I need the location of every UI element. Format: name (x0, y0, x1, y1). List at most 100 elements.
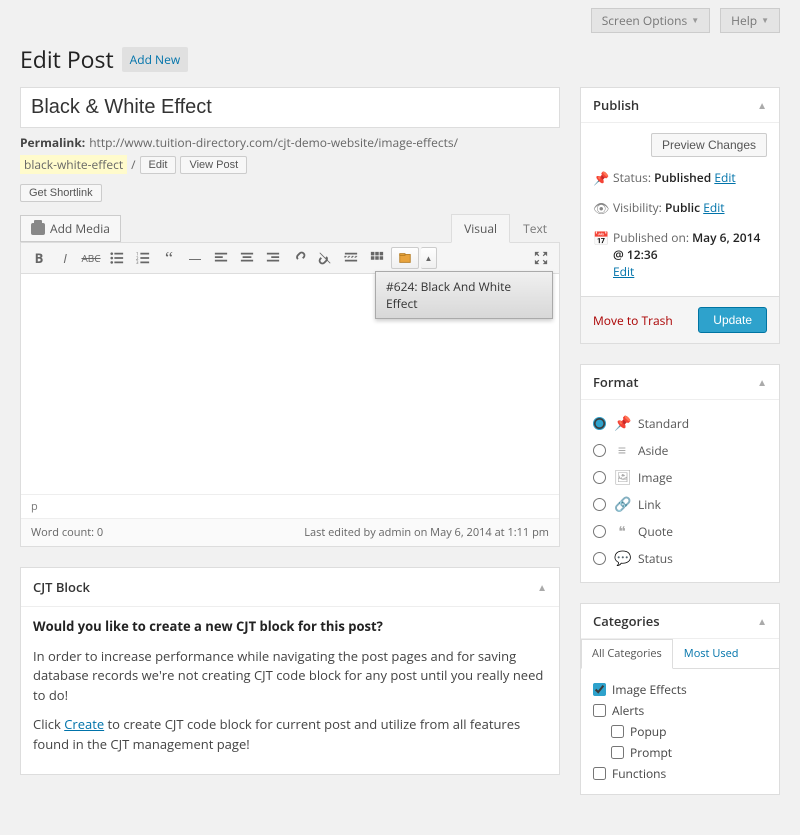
category-item[interactable]: Functions (593, 763, 767, 784)
align-right-button[interactable] (261, 247, 285, 269)
edit-visibility-link[interactable]: Edit (703, 199, 724, 216)
add-new-button[interactable]: Add New (122, 47, 188, 72)
edit-status-link[interactable]: Edit (714, 169, 735, 186)
svg-text:3: 3 (136, 260, 139, 265)
category-checkbox[interactable] (611, 746, 624, 759)
permalink-slug: black-white-effect (20, 155, 127, 174)
word-count: Word count: 0 (31, 525, 103, 540)
editor-path: p (31, 499, 38, 514)
unlink-button[interactable] (313, 247, 337, 269)
cjt-description-2: Click Create to create CJT code block fo… (33, 715, 547, 754)
format-radio[interactable] (593, 498, 606, 511)
italic-button[interactable]: I (53, 247, 77, 269)
update-button[interactable]: Update (698, 307, 767, 333)
publish-panel-title: Publish (593, 96, 757, 114)
format-radio[interactable] (593, 417, 606, 430)
format-option-link[interactable]: 🔗 Link (593, 491, 767, 518)
align-left-button[interactable] (209, 247, 233, 269)
category-checkbox[interactable] (593, 683, 606, 696)
cjt-dropdown-toggle[interactable]: ▲ (421, 247, 437, 269)
format-label: Status (638, 550, 673, 567)
blockquote-button[interactable]: “ (157, 247, 181, 269)
fullscreen-button[interactable] (529, 247, 553, 269)
categories-panel-title: Categories (593, 612, 757, 630)
post-title-input[interactable] (20, 87, 560, 128)
format-label: Image (638, 469, 672, 486)
format-radio[interactable] (593, 552, 606, 565)
format-icon: ❝ (614, 522, 630, 541)
bullet-list-button[interactable] (105, 247, 129, 269)
category-label: Functions (612, 765, 666, 782)
view-post-button[interactable]: View Post (180, 156, 247, 174)
cjt-panel-toggle[interactable]: ▲ (537, 580, 547, 594)
number-list-button[interactable]: 123 (131, 247, 155, 269)
format-icon: 🖼 (614, 468, 630, 487)
strikethrough-button[interactable]: ABC (79, 247, 103, 269)
format-icon: 🔗 (614, 495, 630, 514)
cjt-panel-title: CJT Block (33, 578, 537, 596)
format-radio[interactable] (593, 444, 606, 457)
format-icon: ≡ (614, 441, 630, 460)
page-title: Edit Post (20, 43, 114, 75)
cjt-description-1: In order to increase performance while n… (33, 647, 547, 706)
align-center-button[interactable] (235, 247, 259, 269)
last-edited: Last edited by admin on May 6, 2014 at 1… (304, 525, 549, 540)
format-panel-title: Format (593, 373, 757, 391)
help-button[interactable]: Help ▼ (720, 8, 780, 33)
eye-icon: 👁 (593, 199, 607, 217)
add-media-button[interactable]: Add Media (20, 215, 121, 242)
tab-text[interactable]: Text (510, 214, 560, 243)
link-button[interactable] (287, 247, 311, 269)
category-label: Image Effects (612, 681, 687, 698)
format-option-status[interactable]: 💬 Status (593, 545, 767, 572)
category-label: Prompt (630, 744, 672, 761)
edit-permalink-button[interactable]: Edit (140, 156, 177, 174)
edit-date-link[interactable]: Edit (613, 263, 634, 280)
category-item[interactable]: Alerts (593, 700, 767, 721)
format-label: Quote (638, 523, 673, 540)
cjt-create-link[interactable]: Create (64, 715, 104, 733)
screen-options-label: Screen Options (602, 12, 687, 29)
hr-button[interactable]: — (183, 247, 207, 269)
calendar-icon: 📅 (593, 229, 607, 247)
category-item[interactable]: Prompt (593, 742, 767, 763)
format-radio[interactable] (593, 471, 606, 484)
tab-most-used[interactable]: Most Used (673, 639, 750, 668)
format-option-standard[interactable]: 📌Standard (593, 410, 767, 437)
preview-changes-button[interactable]: Preview Changes (651, 133, 767, 157)
format-label: Aside (638, 442, 668, 459)
chevron-down-icon: ▼ (761, 15, 769, 26)
format-option-aside[interactable]: ≡ Aside (593, 437, 767, 464)
format-panel-toggle[interactable]: ▲ (757, 375, 767, 389)
help-label: Help (731, 12, 757, 29)
category-item[interactable]: Image Effects (593, 679, 767, 700)
cjt-shortcode-button[interactable] (391, 247, 419, 269)
format-radio[interactable] (593, 525, 606, 538)
categories-panel-toggle[interactable]: ▲ (757, 614, 767, 628)
get-shortlink-button[interactable]: Get Shortlink (20, 184, 102, 202)
toolbar-toggle-button[interactable] (365, 247, 389, 269)
chevron-down-icon: ▼ (691, 15, 699, 26)
screen-options-button[interactable]: Screen Options ▼ (591, 8, 710, 33)
more-button[interactable] (339, 247, 363, 269)
move-to-trash-link[interactable]: Move to Trash (593, 312, 673, 329)
format-icon: 💬 (614, 549, 630, 568)
format-option-image[interactable]: 🖼 Image (593, 464, 767, 491)
publish-panel-toggle[interactable]: ▲ (757, 98, 767, 112)
category-checkbox[interactable] (593, 767, 606, 780)
format-label: Link (638, 496, 661, 513)
add-media-label: Add Media (50, 220, 110, 237)
category-checkbox[interactable] (611, 725, 624, 738)
tab-all-categories[interactable]: All Categories (581, 639, 673, 669)
category-checkbox[interactable] (593, 704, 606, 717)
camera-icon (31, 223, 45, 235)
category-label: Popup (630, 723, 666, 740)
editor-toolbar: B I ABC 123 “ — ▲ #6 (21, 243, 559, 274)
permalink-label: Permalink: (20, 134, 85, 151)
pin-icon: 📌 (593, 169, 607, 187)
tab-visual[interactable]: Visual (451, 214, 510, 243)
category-item[interactable]: Popup (593, 721, 767, 742)
bold-button[interactable]: B (27, 247, 51, 269)
format-option-quote[interactable]: ❝ Quote (593, 518, 767, 545)
cjt-dropdown-item[interactable]: #624: Black And White Effect (375, 271, 553, 319)
